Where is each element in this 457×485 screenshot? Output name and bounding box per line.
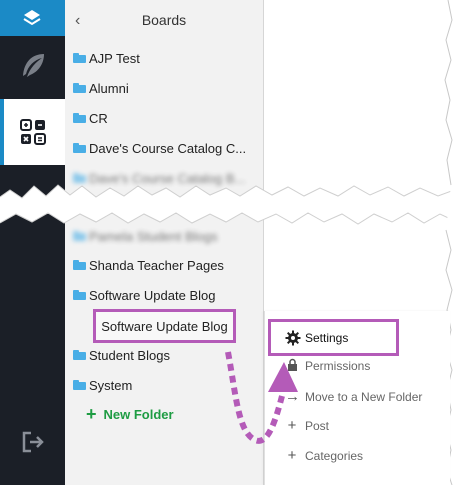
plus-icon: + (287, 417, 297, 434)
menu-item-label: Categories (305, 448, 364, 463)
gear-icon (285, 330, 301, 345)
lock-icon (285, 358, 299, 374)
menu-item-move[interactable]: → Move to a New Folder (285, 389, 422, 404)
menu-item-label: Post (305, 418, 330, 433)
move-icon: → (285, 388, 300, 405)
menu-item-label: Move to a New Folder (305, 389, 423, 404)
menu-item-label: Permissions (305, 359, 371, 373)
menu-item-settings[interactable]: Settings (268, 319, 399, 356)
menu-item-permissions[interactable]: Permissions (285, 358, 370, 374)
menu-item-categories[interactable]: + Categories (285, 448, 363, 463)
menu-item-post[interactable]: + Post (285, 418, 329, 433)
plus-icon: + (287, 447, 297, 464)
settings-label: Settings (305, 330, 349, 345)
